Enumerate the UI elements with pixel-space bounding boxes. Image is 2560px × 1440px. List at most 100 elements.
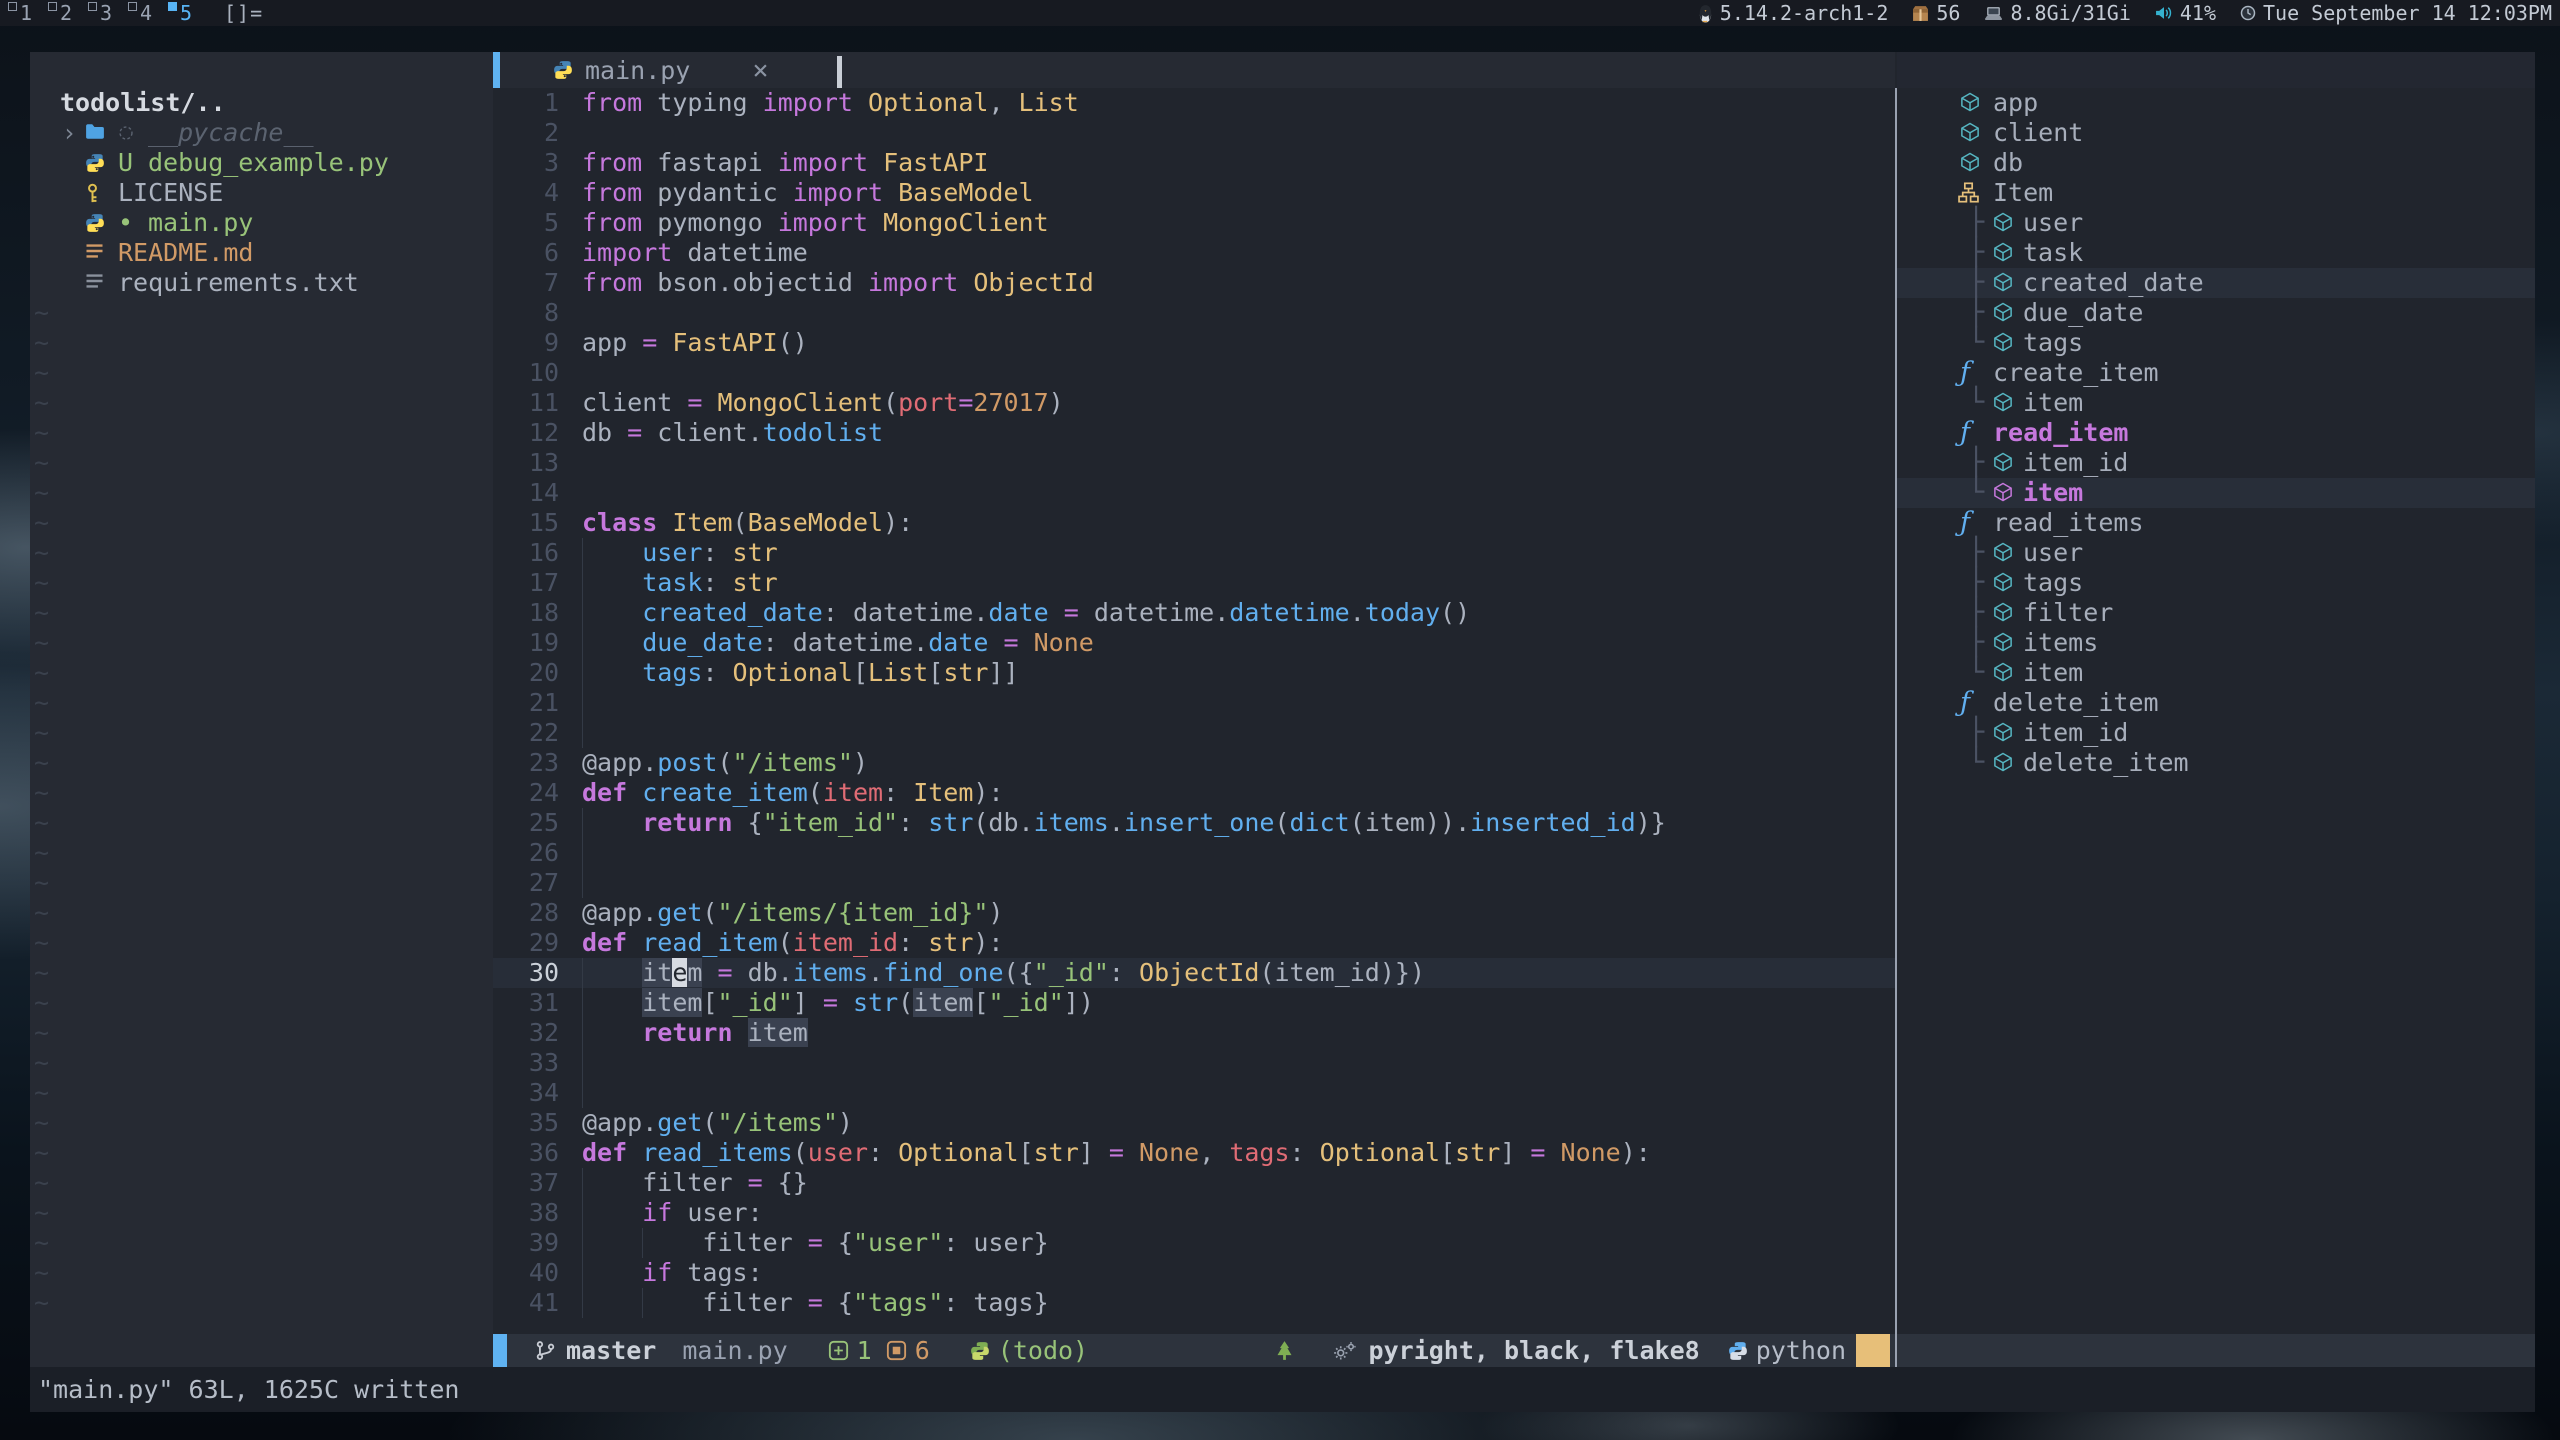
code-line-25[interactable]: return {"item_id": str(db.items.insert_o… bbox=[493, 808, 1895, 838]
workspace-3[interactable]: 3 bbox=[86, 0, 126, 26]
tab-close-icon[interactable]: × bbox=[752, 55, 768, 86]
code-line-30[interactable]: item = db.items.find_one({"_id": ObjectI… bbox=[493, 958, 1895, 988]
module-text: Tue September 14 12:03PM bbox=[2263, 1, 2552, 25]
code-line-26[interactable] bbox=[493, 838, 1895, 868]
code-line-39[interactable]: filter = {"user": user} bbox=[493, 1228, 1895, 1258]
code-line-16[interactable]: user: str bbox=[493, 538, 1895, 568]
code-line-23[interactable]: @app.post("/items") bbox=[493, 748, 1895, 778]
outline-item-delete_item[interactable]: ƒdelete_item bbox=[1897, 688, 2535, 718]
outline-item-task[interactable]: ├task bbox=[1897, 238, 2535, 268]
outline-item-user[interactable]: ├user bbox=[1897, 538, 2535, 568]
module-text: 5.14.2-arch1-2 bbox=[1720, 1, 1889, 25]
outline-item-read_items[interactable]: ƒread_items bbox=[1897, 508, 2535, 538]
dotbox-icon bbox=[886, 1340, 907, 1361]
tree-item-debug-example-py[interactable]: Udebug_example.py bbox=[30, 148, 493, 178]
code-line-14[interactable] bbox=[493, 478, 1895, 508]
outline-item-db[interactable]: db bbox=[1897, 148, 2535, 178]
outline-item-read_item[interactable]: ƒread_item bbox=[1897, 418, 2535, 448]
code-line-24[interactable]: def create_item(item: Item): bbox=[493, 778, 1895, 808]
outline-item-item[interactable]: └item bbox=[1897, 478, 2535, 508]
code-line-38[interactable]: if user: bbox=[493, 1198, 1895, 1228]
outline-item-items[interactable]: ├items bbox=[1897, 628, 2535, 658]
code-line-3[interactable]: from fastapi import FastAPI bbox=[493, 148, 1895, 178]
code-line-13[interactable] bbox=[493, 448, 1895, 478]
code-line-8[interactable] bbox=[493, 298, 1895, 328]
code-line-7[interactable]: from bson.objectid import ObjectId bbox=[493, 268, 1895, 298]
code-line-33[interactable] bbox=[493, 1048, 1895, 1078]
tabline-accent-bar bbox=[493, 52, 500, 88]
workspace-2[interactable]: 2 bbox=[46, 0, 86, 26]
code-line-19[interactable]: due_date: datetime.date = None bbox=[493, 628, 1895, 658]
code-line-31[interactable]: item["_id"] = str(item["_id"]) bbox=[493, 988, 1895, 1018]
workspace-5[interactable]: 5 bbox=[166, 0, 206, 26]
tree-item-label: debug_example.py bbox=[148, 148, 389, 178]
tree-item-readme-md[interactable]: README.md bbox=[30, 238, 493, 268]
outline-item-created_date[interactable]: ├created_date bbox=[1897, 268, 2535, 298]
code-line-6[interactable]: import datetime bbox=[493, 238, 1895, 268]
code-line-1[interactable]: from typing import Optional, List bbox=[493, 88, 1895, 118]
code-line-4[interactable]: from pydantic import BaseModel bbox=[493, 178, 1895, 208]
tree-item--pycache-[interactable]: ›__pycache__ bbox=[30, 118, 493, 148]
outline-item-item[interactable]: └item bbox=[1897, 388, 2535, 418]
laptop-icon bbox=[1984, 6, 2003, 21]
outline-statusline bbox=[1897, 1334, 2535, 1367]
tree-item-main-py[interactable]: •main.py bbox=[30, 208, 493, 238]
outline-item-app[interactable]: app bbox=[1897, 88, 2535, 118]
outline-item-item_id[interactable]: ├item_id bbox=[1897, 448, 2535, 478]
empty-line-marker: ~ bbox=[34, 988, 74, 1018]
code-line-text: created_date: datetime.date = datetime.d… bbox=[582, 598, 1470, 628]
outline-item-Item[interactable]: Item bbox=[1897, 178, 2535, 208]
code-line-37[interactable]: filter = {} bbox=[493, 1168, 1895, 1198]
tab-main-py[interactable]: main.py × bbox=[553, 52, 769, 88]
line-number-13: 13 bbox=[493, 448, 559, 478]
empty-line-marker: ~ bbox=[34, 508, 74, 538]
code-line-27[interactable] bbox=[493, 868, 1895, 898]
outline-item-tags[interactable]: ├tags bbox=[1897, 568, 2535, 598]
code-line-34[interactable] bbox=[493, 1078, 1895, 1108]
code-line-29[interactable]: def read_item(item_id: str): bbox=[493, 928, 1895, 958]
code-line-9[interactable]: app = FastAPI() bbox=[493, 328, 1895, 358]
empty-line-marker: ~ bbox=[34, 898, 74, 928]
tree-item-requirements-txt[interactable]: requirements.txt bbox=[30, 268, 493, 298]
code-editor[interactable]: from typing import Optional, List12from … bbox=[493, 88, 1895, 1334]
workspace-4[interactable]: 4 bbox=[126, 0, 166, 26]
workspace-1[interactable]: 1 bbox=[6, 0, 46, 26]
code-line-2[interactable] bbox=[493, 118, 1895, 148]
outline-item-due_date[interactable]: ├due_date bbox=[1897, 298, 2535, 328]
empty-line-marker: ~ bbox=[34, 388, 74, 418]
outline-item-item[interactable]: └item bbox=[1897, 658, 2535, 688]
code-line-35[interactable]: @app.get("/items") bbox=[493, 1108, 1895, 1138]
code-line-41[interactable]: filter = {"tags": tags} bbox=[493, 1288, 1895, 1318]
code-line-20[interactable]: tags: Optional[List[str]] bbox=[493, 658, 1895, 688]
tree-connector: ├ bbox=[1968, 568, 1984, 598]
line-number-28: 28 bbox=[493, 898, 559, 928]
outline-item-filter[interactable]: ├filter bbox=[1897, 598, 2535, 628]
code-line-18[interactable]: created_date: datetime.date = datetime.d… bbox=[493, 598, 1895, 628]
tree-item-license[interactable]: LICENSE bbox=[30, 178, 493, 208]
code-line-40[interactable]: if tags: bbox=[493, 1258, 1895, 1288]
outline-item-tags[interactable]: └tags bbox=[1897, 328, 2535, 358]
workspace-number: 4 bbox=[140, 0, 152, 26]
outline-item-user[interactable]: ├user bbox=[1897, 208, 2535, 238]
outline-item-create_item[interactable]: ƒcreate_item bbox=[1897, 358, 2535, 388]
outline-label: db bbox=[1993, 148, 2023, 178]
code-line-28[interactable]: @app.get("/items/{item_id}") bbox=[493, 898, 1895, 928]
code-line-17[interactable]: task: str bbox=[493, 568, 1895, 598]
code-line-36[interactable]: def read_items(user: Optional[str] = Non… bbox=[493, 1138, 1895, 1168]
code-line-21[interactable] bbox=[493, 688, 1895, 718]
code-line-5[interactable]: from pymongo import MongoClient bbox=[493, 208, 1895, 238]
outline-label: item bbox=[2023, 478, 2083, 508]
outline-label: read_item bbox=[1993, 418, 2128, 448]
code-line-12[interactable]: db = client.todolist bbox=[493, 418, 1895, 448]
chevron-right-icon[interactable]: › bbox=[62, 118, 76, 148]
code-line-15[interactable]: class Item(BaseModel): bbox=[493, 508, 1895, 538]
code-line-22[interactable] bbox=[493, 718, 1895, 748]
outline-item-delete_item[interactable]: └delete_item bbox=[1897, 748, 2535, 778]
code-line-10[interactable] bbox=[493, 358, 1895, 388]
code-line-32[interactable]: return item bbox=[493, 1018, 1895, 1048]
git-branch-label: master bbox=[566, 1336, 656, 1365]
tree-root-label[interactable]: todolist/.. bbox=[30, 88, 493, 118]
outline-item-item_id[interactable]: ├item_id bbox=[1897, 718, 2535, 748]
outline-item-client[interactable]: client bbox=[1897, 118, 2535, 148]
code-line-11[interactable]: client = MongoClient(port=27017) bbox=[493, 388, 1895, 418]
